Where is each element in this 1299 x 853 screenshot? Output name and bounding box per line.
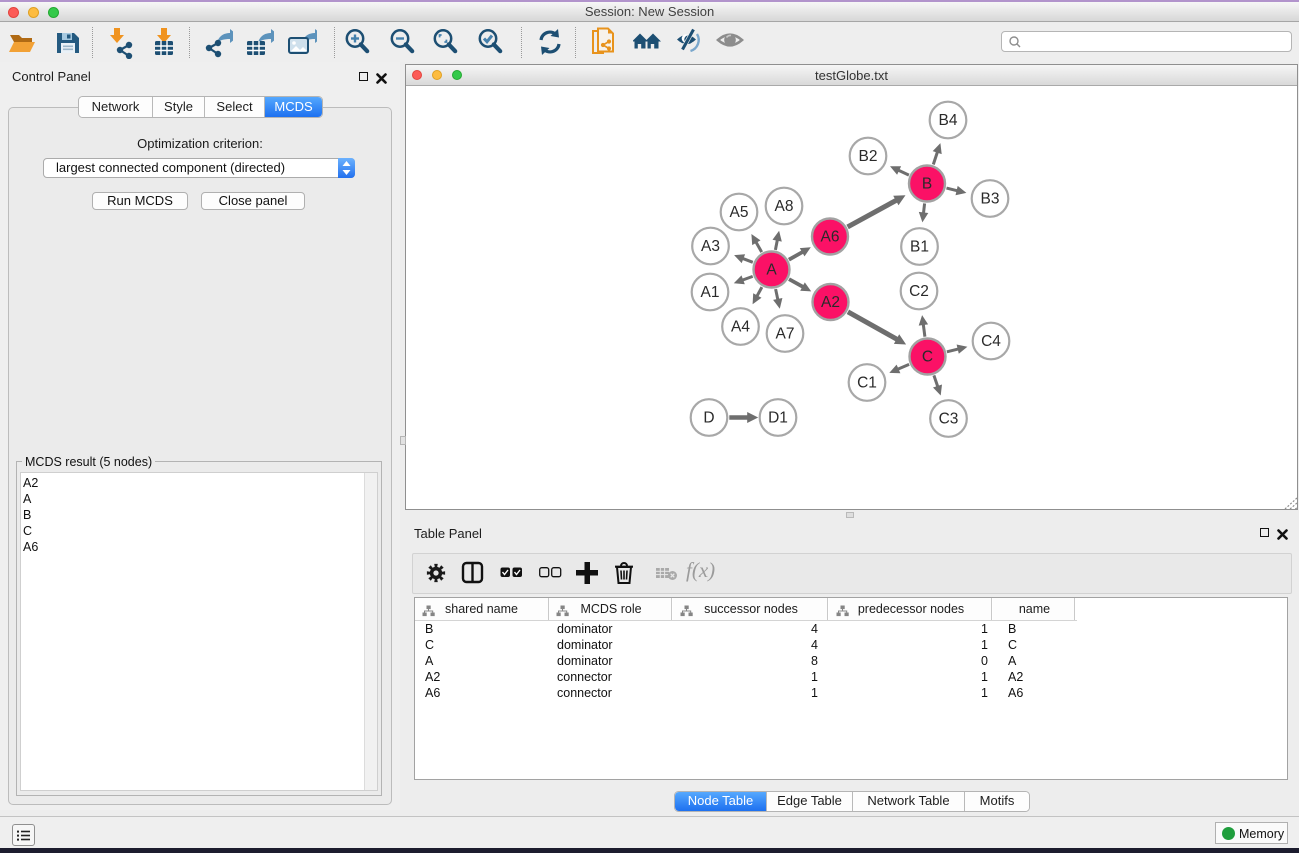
svg-text:B4: B4 bbox=[939, 112, 958, 129]
svg-text:C: C bbox=[922, 349, 933, 366]
svg-text:A: A bbox=[766, 262, 777, 279]
svg-text:A1: A1 bbox=[701, 284, 720, 301]
svg-text:A2: A2 bbox=[821, 294, 840, 311]
svg-text:C3: C3 bbox=[939, 411, 959, 428]
svg-text:A5: A5 bbox=[730, 204, 749, 221]
svg-text:A3: A3 bbox=[701, 238, 720, 255]
svg-text:B2: B2 bbox=[859, 148, 878, 165]
svg-text:A4: A4 bbox=[731, 319, 750, 336]
svg-text:B1: B1 bbox=[910, 239, 929, 256]
svg-text:A6: A6 bbox=[821, 229, 840, 246]
svg-text:C2: C2 bbox=[909, 283, 929, 300]
svg-text:C4: C4 bbox=[981, 333, 1001, 350]
svg-text:A8: A8 bbox=[775, 198, 794, 215]
svg-text:D1: D1 bbox=[768, 410, 788, 427]
svg-text:D: D bbox=[703, 410, 714, 427]
svg-text:B3: B3 bbox=[981, 191, 1000, 208]
svg-text:C1: C1 bbox=[857, 375, 877, 392]
svg-text:A7: A7 bbox=[776, 326, 795, 343]
svg-text:B: B bbox=[922, 176, 932, 193]
